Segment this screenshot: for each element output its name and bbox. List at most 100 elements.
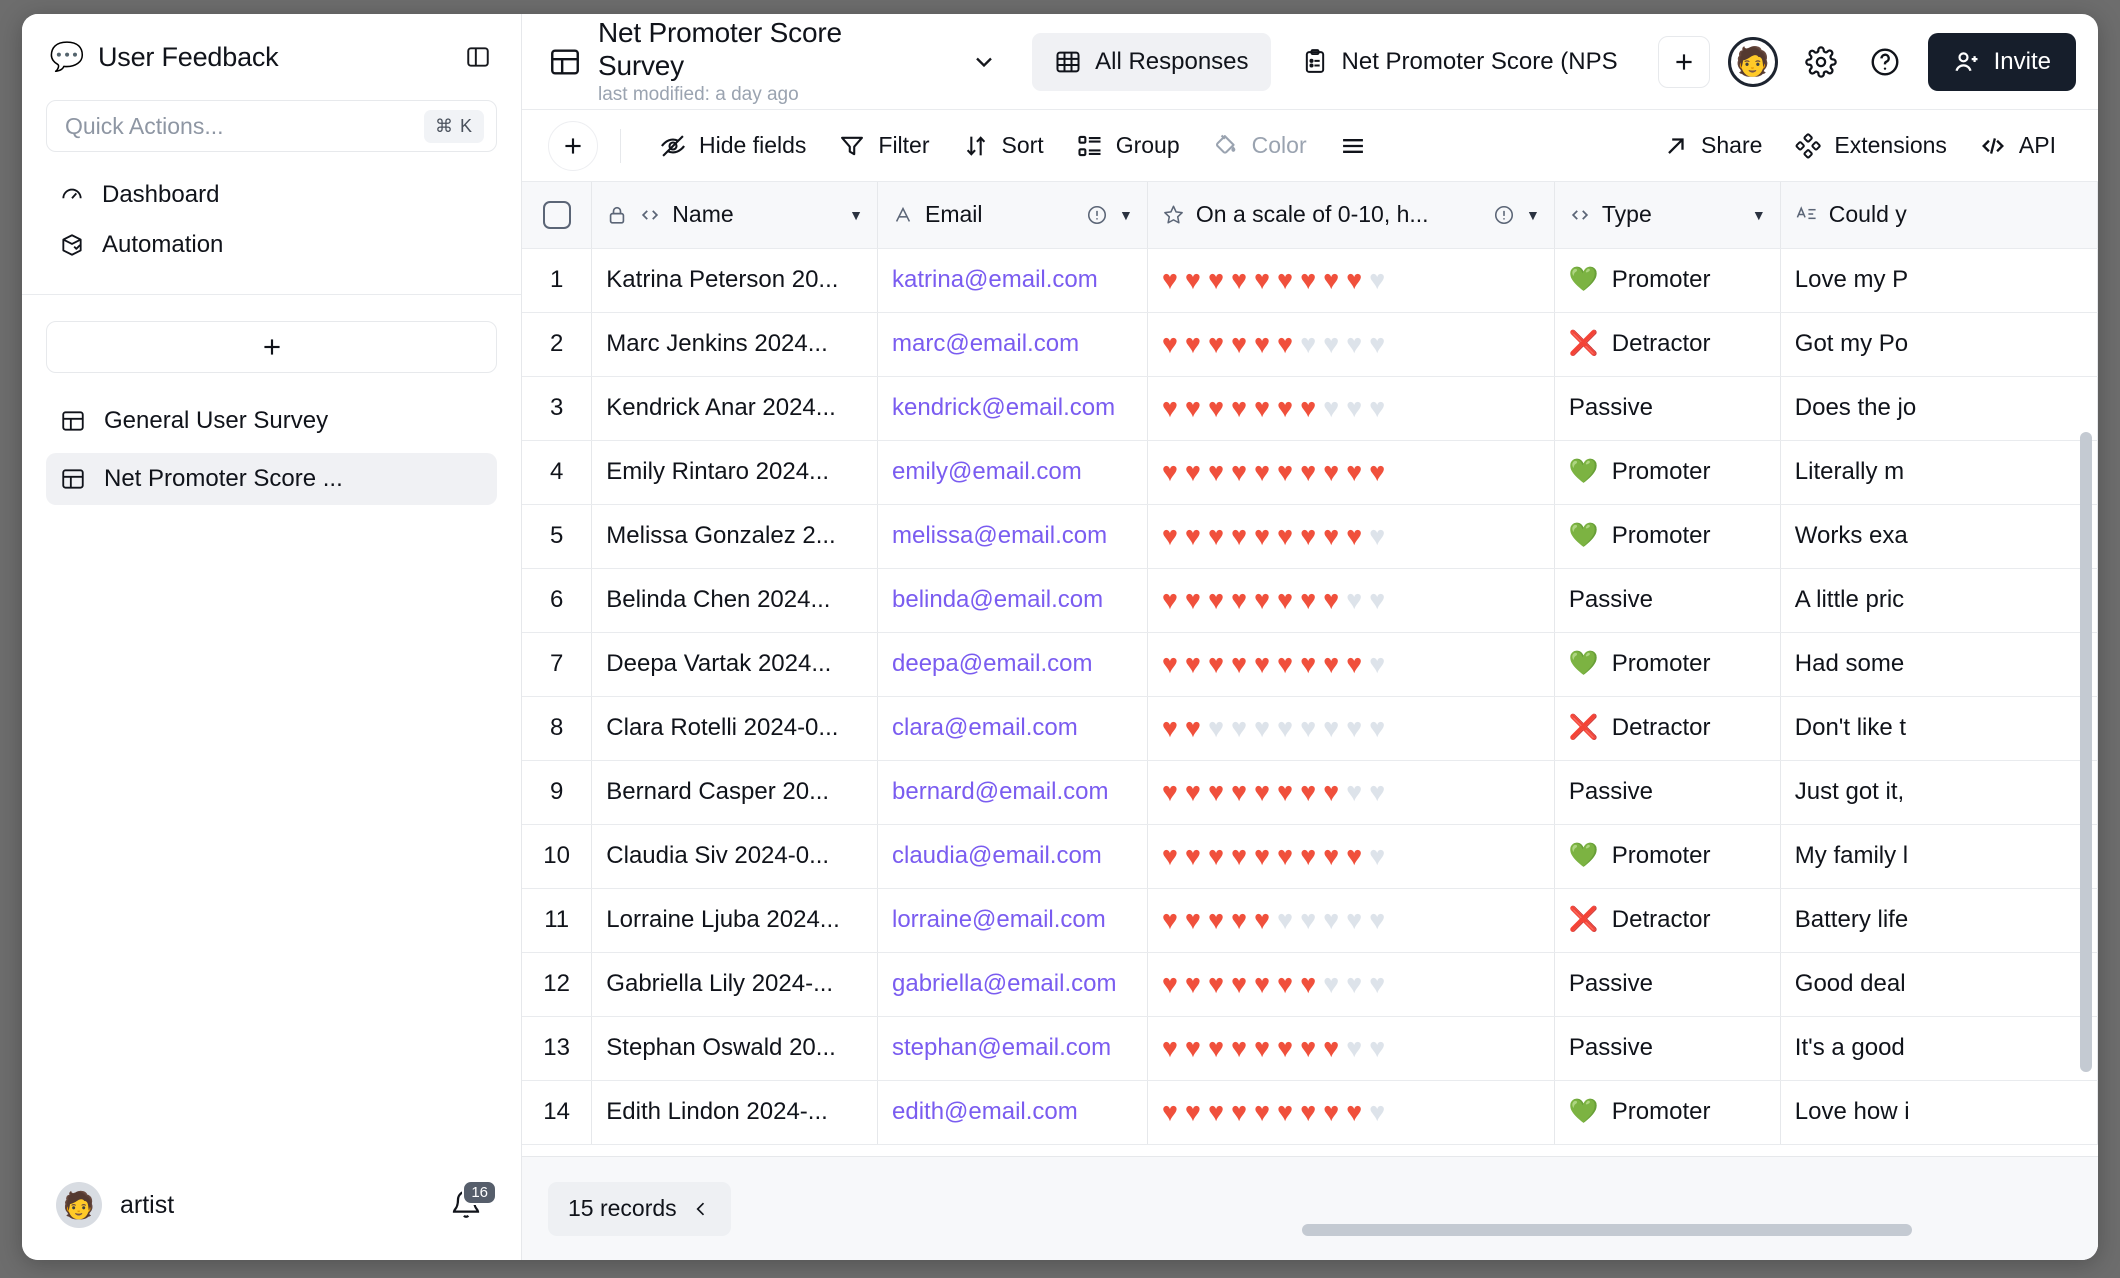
table-row[interactable]: 9 Bernard Casper 20... bernard@email.com ♥ ♥… <box>522 760 2098 825</box>
cell-name[interactable]: Lorraine Ljuba 2024... <box>591 888 878 953</box>
heart-icon[interactable]: ♥ <box>1162 586 1178 614</box>
heart-icon[interactable]: ♥ <box>1277 522 1293 550</box>
heart-icon[interactable]: ♥ <box>1323 970 1339 998</box>
heart-rating[interactable]: ♥ ♥ ♥ ♥ ♥ ♥ ♥ ♥ ♥ ♥ <box>1162 714 1540 742</box>
heart-icon[interactable]: ♥ <box>1369 266 1385 294</box>
sidebar-table-general-user-survey[interactable]: General User Survey <box>46 395 497 447</box>
heart-icon[interactable]: ♥ <box>1231 458 1247 486</box>
heart-icon[interactable]: ♥ <box>1277 778 1293 806</box>
tab-all-responses[interactable]: All Responses <box>1032 32 1271 91</box>
row-height-button[interactable] <box>1323 122 1395 170</box>
email-link[interactable]: lorraine@email.com <box>892 906 1106 933</box>
heart-icon[interactable]: ♥ <box>1369 394 1385 422</box>
cell-score[interactable]: ♥ ♥ ♥ ♥ ♥ ♥ ♥ ♥ ♥ ♥ <box>1147 312 1555 377</box>
cell-score[interactable]: ♥ ♥ ♥ ♥ ♥ ♥ ♥ ♥ ♥ ♥ <box>1147 760 1555 825</box>
heart-icon[interactable]: ♥ <box>1208 1034 1224 1062</box>
heart-icon[interactable]: ♥ <box>1254 266 1270 294</box>
cell-type[interactable]: 💚 Promoter <box>1554 504 1781 569</box>
heart-icon[interactable]: ♥ <box>1369 522 1385 550</box>
heart-icon[interactable]: ♥ <box>1162 906 1178 934</box>
group-button[interactable]: Group <box>1060 122 1196 170</box>
heart-icon[interactable]: ♥ <box>1162 650 1178 678</box>
cell-could[interactable]: It's a good <box>1780 1016 2098 1081</box>
cell-score[interactable]: ♥ ♥ ♥ ♥ ♥ ♥ ♥ ♥ ♥ ♥ <box>1147 376 1555 441</box>
heart-rating[interactable]: ♥ ♥ ♥ ♥ ♥ ♥ ♥ ♥ ♥ ♥ <box>1162 266 1540 294</box>
table-row[interactable]: 4 Emily Rintaro 2024... emily@email.com ♥ ♥ ♥… <box>522 440 2098 505</box>
cell-could[interactable]: Don't like t <box>1780 696 2098 761</box>
heart-icon[interactable]: ♥ <box>1300 586 1316 614</box>
cell-type[interactable]: Passive <box>1554 1016 1781 1081</box>
heart-icon[interactable]: ♥ <box>1300 458 1316 486</box>
cell-score[interactable]: ♥ ♥ ♥ ♥ ♥ ♥ ♥ ♥ ♥ ♥ <box>1147 504 1555 569</box>
cell-email[interactable]: claudia@email.com <box>877 824 1148 889</box>
heart-icon[interactable]: ♥ <box>1277 586 1293 614</box>
heart-icon[interactable]: ♥ <box>1231 714 1247 742</box>
sidebar-item-dashboard[interactable]: Dashboard <box>46 170 497 220</box>
heart-icon[interactable]: ♥ <box>1185 458 1201 486</box>
cell-score[interactable]: ♥ ♥ ♥ ♥ ♥ ♥ ♥ ♥ ♥ ♥ <box>1147 696 1555 761</box>
chevron-down-icon[interactable]: ▼ <box>849 207 863 223</box>
horizontal-scrollbar-thumb[interactable] <box>1302 1224 1912 1236</box>
question-circle-icon[interactable] <box>1864 41 1906 83</box>
heart-icon[interactable]: ♥ <box>1254 714 1270 742</box>
avatar[interactable]: 🧑 <box>56 1182 102 1228</box>
column-header-email[interactable]: Email ▼ <box>877 182 1148 249</box>
heart-rating[interactable]: ♥ ♥ ♥ ♥ ♥ ♥ ♥ ♥ ♥ ♥ <box>1162 650 1540 678</box>
cell-could[interactable]: Works exa <box>1780 504 2098 569</box>
chevron-down-icon[interactable]: ▼ <box>1752 207 1766 223</box>
cell-could[interactable]: My family l <box>1780 824 2098 889</box>
heart-rating[interactable]: ♥ ♥ ♥ ♥ ♥ ♥ ♥ ♥ ♥ ♥ <box>1162 522 1540 550</box>
cell-name[interactable]: Bernard Casper 20... <box>591 760 878 825</box>
email-link[interactable]: gabriella@email.com <box>892 970 1116 997</box>
email-link[interactable]: katrina@email.com <box>892 266 1098 293</box>
heart-icon[interactable]: ♥ <box>1208 650 1224 678</box>
chevron-down-icon[interactable]: ▼ <box>1526 207 1540 223</box>
heart-icon[interactable]: ♥ <box>1346 1098 1362 1126</box>
cell-name[interactable]: Melissa Gonzalez 2... <box>591 504 878 569</box>
cell-type[interactable]: 💚 Promoter <box>1554 632 1781 697</box>
heart-icon[interactable]: ♥ <box>1323 650 1339 678</box>
heart-icon[interactable]: ♥ <box>1208 714 1224 742</box>
heart-icon[interactable]: ♥ <box>1300 970 1316 998</box>
color-button[interactable]: Color <box>1196 122 1323 170</box>
chevron-left-icon[interactable] <box>691 1199 711 1219</box>
cell-score[interactable]: ♥ ♥ ♥ ♥ ♥ ♥ ♥ ♥ ♥ ♥ <box>1147 952 1555 1017</box>
heart-icon[interactable]: ♥ <box>1231 522 1247 550</box>
heart-icon[interactable]: ♥ <box>1323 906 1339 934</box>
heart-icon[interactable]: ♥ <box>1254 1034 1270 1062</box>
cell-type[interactable]: 💚 Promoter <box>1554 440 1781 505</box>
heart-icon[interactable]: ♥ <box>1369 650 1385 678</box>
cell-name[interactable]: Emily Rintaro 2024... <box>591 440 878 505</box>
cell-type[interactable]: ❌ Detractor <box>1554 312 1781 377</box>
heart-icon[interactable]: ♥ <box>1323 1098 1339 1126</box>
invite-button[interactable]: Invite <box>1927 32 2076 91</box>
heart-icon[interactable]: ♥ <box>1277 266 1293 294</box>
heart-icon[interactable]: ♥ <box>1323 1034 1339 1062</box>
column-header-type[interactable]: Type ▼ <box>1554 182 1781 249</box>
heart-icon[interactable]: ♥ <box>1300 1034 1316 1062</box>
cell-email[interactable]: katrina@email.com <box>877 248 1148 313</box>
heart-icon[interactable]: ♥ <box>1346 714 1362 742</box>
heart-icon[interactable]: ♥ <box>1277 1034 1293 1062</box>
heart-icon[interactable]: ♥ <box>1231 970 1247 998</box>
heart-icon[interactable]: ♥ <box>1254 586 1270 614</box>
heart-icon[interactable]: ♥ <box>1185 906 1201 934</box>
cell-type[interactable]: ❌ Detractor <box>1554 696 1781 761</box>
cell-email[interactable]: edith@email.com <box>877 1080 1148 1145</box>
email-link[interactable]: claudia@email.com <box>892 842 1102 869</box>
heart-icon[interactable]: ♥ <box>1323 266 1339 294</box>
heart-icon[interactable]: ♥ <box>1323 714 1339 742</box>
cell-email[interactable]: bernard@email.com <box>877 760 1148 825</box>
heart-icon[interactable]: ♥ <box>1254 1098 1270 1126</box>
heart-icon[interactable]: ♥ <box>1277 458 1293 486</box>
heart-icon[interactable]: ♥ <box>1300 906 1316 934</box>
heart-icon[interactable]: ♥ <box>1185 522 1201 550</box>
record-count-pill[interactable]: 15 records <box>548 1181 731 1236</box>
checkbox-icon[interactable] <box>542 200 571 229</box>
heart-icon[interactable]: ♥ <box>1346 1034 1362 1062</box>
heart-icon[interactable]: ♥ <box>1185 778 1201 806</box>
heart-icon[interactable]: ♥ <box>1300 842 1316 870</box>
cell-could[interactable]: Just got it, <box>1780 760 2098 825</box>
heart-icon[interactable]: ♥ <box>1162 778 1178 806</box>
heart-icon[interactable]: ♥ <box>1208 586 1224 614</box>
